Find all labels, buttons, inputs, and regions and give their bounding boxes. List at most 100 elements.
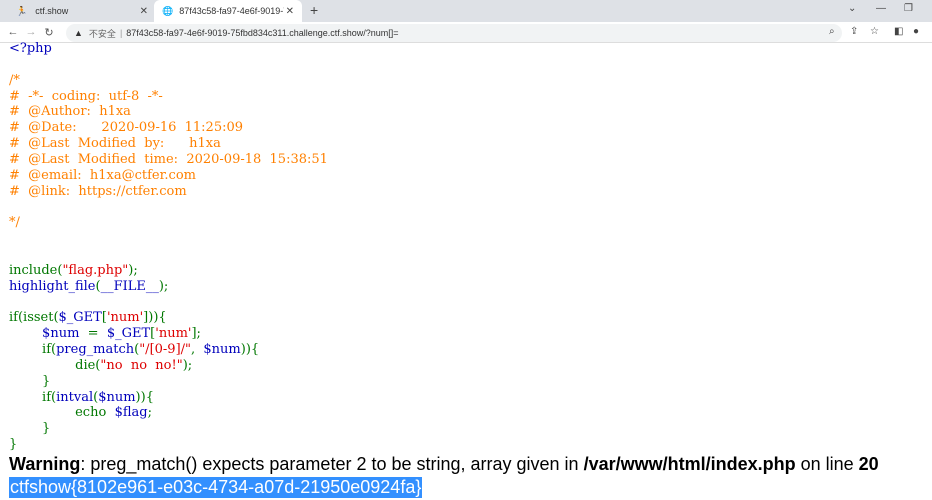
code-token: # -*- coding: utf-8 -*- bbox=[9, 88, 163, 104]
code-token: = bbox=[87, 326, 107, 342]
code-line: /* bbox=[9, 73, 328, 89]
divider: | bbox=[119, 28, 123, 38]
code-line: # @Date: 2020-09-16 11:25:09 bbox=[9, 120, 328, 136]
code-token: $_GET bbox=[106, 326, 151, 342]
minimize-button[interactable]: — bbox=[876, 3, 886, 14]
code-token: $num bbox=[9, 326, 88, 342]
code-token: ; bbox=[147, 405, 152, 421]
code-token: # @link: https://ctfer.com bbox=[9, 183, 187, 199]
reload-button[interactable]: ↻ bbox=[40, 26, 58, 39]
code-line: include("flag.php"); bbox=[9, 263, 328, 279]
code-line: if(preg_match("/[0-9]/", $num)){ bbox=[9, 342, 328, 358]
url-text[interactable]: 87f43c58-fa97-4e6f-9019-75fbd834c311.cha… bbox=[126, 28, 398, 38]
code-line: # -*- coding: utf-8 -*- bbox=[9, 89, 328, 105]
code-line: $num = $_GET['num']; bbox=[9, 326, 328, 342]
forward-button[interactable]: → bbox=[22, 26, 40, 38]
address-bar[interactable]: ▲ 不安全 | 87f43c58-fa97-4e6f-9019-75fbd834… bbox=[66, 24, 842, 42]
source-code: <?php /* # -*- coding: utf-8 -*- # @Author:… bbox=[9, 41, 328, 453]
code-line: } bbox=[9, 437, 328, 453]
tab-title: ctf.show bbox=[35, 6, 69, 16]
code-token: ); bbox=[182, 357, 193, 373]
code-line: } bbox=[9, 421, 328, 437]
tab-strip: 🏃 ctf.show ✕ 🌐 87f43c58-fa97-4e6f-9019-7… bbox=[0, 0, 932, 22]
code-token: if( bbox=[9, 342, 57, 358]
code-line: <?php bbox=[9, 41, 328, 57]
code-token: # @email: h1xa@ctfer.com bbox=[9, 167, 196, 183]
zoom-icon[interactable]: ⌕ bbox=[829, 26, 835, 37]
tab-ctfshow[interactable]: 🏃 ctf.show ✕ bbox=[8, 0, 156, 22]
code-token: } bbox=[9, 437, 18, 453]
code-token: "/[0-9]/" bbox=[139, 342, 191, 358]
code-token: highlight_file bbox=[9, 278, 96, 294]
warning-icon: ▲ bbox=[74, 28, 83, 38]
code-token: preg_match bbox=[56, 342, 135, 358]
code-token: die( bbox=[9, 357, 101, 373]
code-line: if(isset($_GET['num'])){ bbox=[9, 310, 328, 326]
code-token: if( bbox=[9, 389, 57, 405]
code-token: include( bbox=[9, 262, 63, 278]
code-line: # @link: https://ctfer.com bbox=[9, 184, 328, 200]
code-token: intval bbox=[56, 389, 94, 405]
code-line: die("no no no!"); bbox=[9, 358, 328, 374]
code-token: # @Last Modified by: h1xa bbox=[9, 136, 221, 152]
code-line: # @Last Modified by: h1xa bbox=[9, 136, 328, 152]
code-token: ); bbox=[158, 278, 169, 294]
code-token: $_GET bbox=[58, 310, 102, 326]
code-line: echo $flag; bbox=[9, 405, 328, 421]
bookmark-star-icon[interactable]: ☆ bbox=[870, 26, 879, 37]
code-token: # @Author: h1xa bbox=[9, 104, 131, 120]
code-line: # @Last Modified time: 2020-09-18 15:38:… bbox=[9, 152, 328, 168]
code-token: */ bbox=[9, 215, 20, 231]
tab-search-icon[interactable]: ⌄ bbox=[848, 3, 856, 14]
code-token: # @Last Modified time: 2020-09-18 15:38:… bbox=[9, 151, 328, 167]
code-token: /* bbox=[9, 72, 20, 88]
warning-file: /var/www/html/index.php bbox=[583, 454, 796, 474]
flag-text[interactable]: ctfshow{8102e961-e03c-4734-a07d-21950e09… bbox=[9, 477, 423, 498]
code-token: $num bbox=[203, 342, 241, 358]
runner-icon: 🏃 bbox=[16, 5, 28, 16]
code-line: highlight_file(__FILE__); bbox=[9, 279, 328, 295]
code-token: # @Date: 2020-09-16 11:25:09 bbox=[9, 120, 244, 136]
code-token: ); bbox=[128, 262, 138, 278]
share-icon[interactable]: ⇪ bbox=[850, 26, 858, 37]
code-token: $flag bbox=[114, 405, 148, 421]
code-token: , bbox=[191, 342, 204, 358]
code-token: )){ bbox=[240, 342, 260, 358]
close-tab-icon[interactable]: ✕ bbox=[140, 6, 148, 17]
close-tab-icon[interactable]: ✕ bbox=[286, 6, 294, 17]
code-line: */ bbox=[9, 215, 328, 231]
globe-icon: 🌐 bbox=[162, 5, 174, 16]
code-token: )){ bbox=[135, 389, 154, 405]
profile-icon[interactable]: ● bbox=[913, 26, 919, 37]
new-tab-button[interactable]: + bbox=[310, 2, 318, 18]
php-warning: Warning: preg_match() expects parameter … bbox=[9, 454, 879, 475]
warning-message: : preg_match() expects parameter 2 to be… bbox=[80, 454, 584, 474]
code-line: # @email: h1xa@ctfer.com bbox=[9, 168, 328, 184]
back-button[interactable]: ← bbox=[4, 26, 22, 38]
warning-on-line: on line bbox=[795, 454, 859, 474]
code-token: if(isset( bbox=[9, 310, 59, 326]
warning-label: Warning bbox=[9, 454, 81, 474]
tab-title: 87f43c58-fa97-4e6f-9019-75fb bbox=[179, 6, 284, 16]
code-token: $num bbox=[98, 389, 136, 405]
security-label: 不安全 bbox=[88, 28, 116, 39]
code-token: "flag.php" bbox=[62, 262, 129, 278]
code-token: 'num' bbox=[106, 310, 144, 326]
code-line: # @Author: h1xa bbox=[9, 104, 328, 120]
code-line: if(intval($num)){ bbox=[9, 390, 328, 406]
code-token: ]; bbox=[191, 326, 201, 342]
code-token: ])){ bbox=[143, 310, 167, 326]
toolbar: ← → ↻ ▲ 不安全 | 87f43c58-fa97-4e6f-9019-75… bbox=[0, 22, 932, 43]
code-line: } bbox=[9, 374, 328, 390]
code-token: <?php bbox=[9, 41, 52, 56]
sidebar-icon[interactable]: ◧ bbox=[894, 26, 903, 37]
code-token: echo bbox=[9, 405, 115, 421]
code-token: } bbox=[9, 373, 51, 389]
code-token: __FILE__ bbox=[100, 278, 159, 294]
tab-challenge[interactable]: 🌐 87f43c58-fa97-4e6f-9019-75fb ✕ bbox=[154, 0, 302, 22]
restore-button[interactable]: ❐ bbox=[904, 3, 913, 14]
